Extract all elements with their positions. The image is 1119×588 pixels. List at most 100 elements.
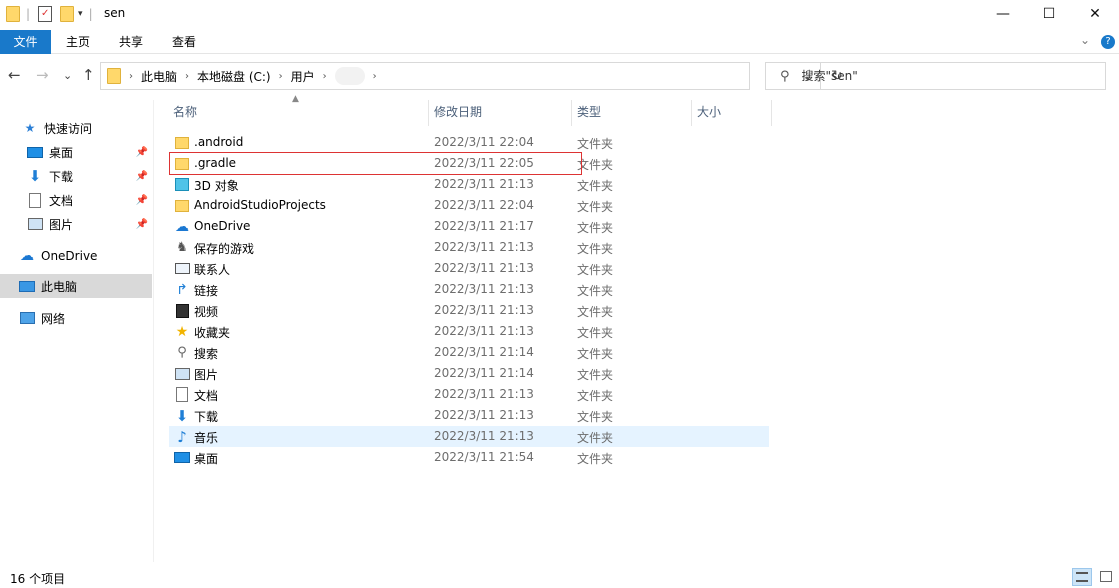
file-name[interactable]: 桌面 [194, 450, 218, 467]
tab-view[interactable]: 查看 [160, 30, 208, 54]
file-name[interactable]: 视频 [194, 303, 218, 320]
file-row[interactable]: 3D 对象 2022/3/11 21:13 文件夹 [169, 174, 769, 195]
large-icons-view-button[interactable] [1096, 568, 1116, 586]
picture-icon [27, 217, 43, 231]
chevron-right-icon[interactable]: › [373, 71, 377, 82]
address-bar[interactable]: › 此电脑 › 本地磁盘 (C:) › 用户 › › ⌄ ↻ [100, 62, 843, 90]
forward-button[interactable]: → [36, 66, 49, 84]
chevron-right-icon[interactable]: › [185, 71, 189, 82]
sidebar-item-label: 此电脑 [41, 279, 78, 294]
up-button[interactable]: ↑ [82, 66, 95, 84]
folder-icon [174, 198, 190, 213]
file-row[interactable]: ↱ 链接 2022/3/11 21:13 文件夹 [169, 279, 769, 300]
file-name[interactable]: AndroidStudioProjects [194, 198, 326, 212]
search-box[interactable]: ⚲ [765, 62, 1106, 90]
close-button[interactable]: ✕ [1072, 0, 1118, 28]
file-name[interactable]: 3D 对象 [194, 177, 239, 194]
tab-home[interactable]: 主页 [54, 30, 102, 54]
sidebar-item-desktop[interactable]: 桌面 📌 [0, 140, 152, 164]
file-row[interactable]: AndroidStudioProjects 2022/3/11 22:04 文件夹 [169, 195, 769, 216]
file-row[interactable]: .android 2022/3/11 22:04 文件夹 [169, 132, 769, 153]
recent-locations-button[interactable]: ⌄ [63, 69, 72, 82]
pin-icon[interactable]: 📌 [136, 219, 148, 230]
cloud-icon: ☁ [175, 218, 189, 235]
links-icon: ↱ [176, 281, 188, 298]
file-date: 2022/3/11 21:14 [434, 366, 534, 380]
music-icon: ♪ [177, 427, 187, 446]
3d-objects-icon [174, 177, 190, 192]
file-row[interactable]: ⬇ 下载 2022/3/11 21:13 文件夹 [169, 405, 769, 426]
chevron-down-icon[interactable]: ▾ [78, 9, 83, 19]
file-date: 2022/3/11 21:13 [434, 261, 534, 275]
details-view-button[interactable] [1072, 568, 1092, 586]
file-name[interactable]: 保存的游戏 [194, 240, 254, 257]
search-input[interactable] [801, 69, 1082, 83]
redacted-breadcrumb[interactable] [334, 67, 365, 85]
minimize-button[interactable]: — [980, 0, 1026, 28]
title-bar: | ✓ ▾ | sen — ☐ ✕ [0, 0, 1119, 28]
sidebar-item-network[interactable]: 网络 [0, 306, 152, 330]
sidebar-item-quick-access[interactable]: ★ 快速访问 [0, 116, 152, 140]
file-row[interactable]: ⚲ 搜索 2022/3/11 21:14 文件夹 [169, 342, 769, 363]
file-type: 文件夹 [577, 326, 614, 340]
file-row[interactable]: ♪ 音乐 2022/3/11 21:13 文件夹 [169, 426, 769, 447]
pin-icon[interactable]: 📌 [136, 195, 148, 206]
file-row[interactable]: 文档 2022/3/11 21:13 文件夹 [169, 384, 769, 405]
sidebar-item-label: 网络 [41, 311, 66, 326]
file-type: 文件夹 [577, 431, 614, 445]
file-name[interactable]: .android [194, 135, 243, 149]
breadcrumb-this-pc[interactable]: 此电脑 [141, 68, 177, 85]
column-header-size[interactable]: 大小 [691, 100, 771, 126]
file-name[interactable]: 下载 [194, 408, 218, 425]
file-date: 2022/3/11 21:13 [434, 303, 534, 317]
file-row[interactable]: ☁ OneDrive 2022/3/11 21:17 文件夹 [169, 216, 769, 237]
file-row[interactable]: 联系人 2022/3/11 21:13 文件夹 [169, 258, 769, 279]
sidebar-item-downloads[interactable]: ⬇ 下载 📌 [0, 164, 152, 188]
sidebar-item-onedrive[interactable]: ☁ OneDrive [0, 244, 152, 268]
tab-share[interactable]: 共享 [107, 30, 155, 54]
file-row[interactable]: 桌面 2022/3/11 21:54 文件夹 [169, 447, 769, 468]
sidebar-item-this-pc[interactable]: 此电脑 [0, 274, 152, 298]
help-icon[interactable]: ? [1101, 35, 1115, 49]
file-row[interactable]: ♞ 保存的游戏 2022/3/11 21:13 文件夹 [169, 237, 769, 258]
column-header-name[interactable]: 名称 [167, 100, 427, 126]
file-row[interactable]: 视频 2022/3/11 21:13 文件夹 [169, 300, 769, 321]
file-name[interactable]: 联系人 [194, 261, 230, 278]
breadcrumb-local-disk[interactable]: 本地磁盘 (C:) [197, 68, 271, 85]
properties-icon[interactable]: ✓ [38, 6, 53, 22]
column-header-type[interactable]: 类型 [571, 100, 691, 126]
breadcrumb-users[interactable]: 用户 [291, 68, 315, 85]
file-name[interactable]: 搜索 [194, 345, 218, 362]
maximize-button[interactable]: ☐ [1026, 0, 1072, 28]
pin-icon[interactable]: 📌 [136, 147, 148, 158]
file-row[interactable]: 图片 2022/3/11 21:14 文件夹 [169, 363, 769, 384]
ribbon-expand-icon[interactable]: ⌄ [1080, 33, 1090, 47]
file-type: 文件夹 [577, 200, 614, 214]
file-name[interactable]: 文档 [194, 387, 218, 404]
file-name[interactable]: 图片 [194, 366, 218, 383]
chevron-right-icon[interactable]: › [129, 71, 133, 82]
new-folder-icon[interactable] [60, 6, 75, 22]
sidebar-item-documents[interactable]: 文档 📌 [0, 188, 152, 212]
tab-file[interactable]: 文件 [0, 30, 51, 54]
chevron-right-icon[interactable]: › [323, 71, 327, 82]
folder-icon[interactable] [6, 6, 20, 22]
column-header-date[interactable]: 修改日期 [428, 100, 571, 126]
file-date: 2022/3/11 22:04 [434, 198, 534, 212]
file-name[interactable]: 音乐 [194, 429, 218, 446]
sidebar-item-label: 下载 [49, 169, 74, 184]
file-row[interactable]: ★ 收藏夹 2022/3/11 21:13 文件夹 [169, 321, 769, 342]
file-date: 2022/3/11 21:13 [434, 282, 534, 296]
sidebar-item-pictures[interactable]: 图片 📌 [0, 212, 152, 236]
pin-icon[interactable]: 📌 [136, 171, 148, 182]
file-name[interactable]: 收藏夹 [194, 324, 230, 341]
file-name[interactable]: 链接 [194, 282, 218, 299]
file-name[interactable]: OneDrive [194, 219, 250, 233]
back-button[interactable]: ← [8, 66, 21, 84]
column-divider[interactable] [771, 100, 772, 126]
saved-games-icon: ♞ [176, 240, 188, 255]
navigation-pane: ★ 快速访问 桌面 📌 ⬇ 下载 📌 文档 📌 图片 📌 ☁ OneDrive … [0, 100, 154, 562]
file-type: 文件夹 [577, 158, 614, 172]
chevron-right-icon[interactable]: › [279, 71, 283, 82]
star-icon: ★ [175, 323, 189, 340]
